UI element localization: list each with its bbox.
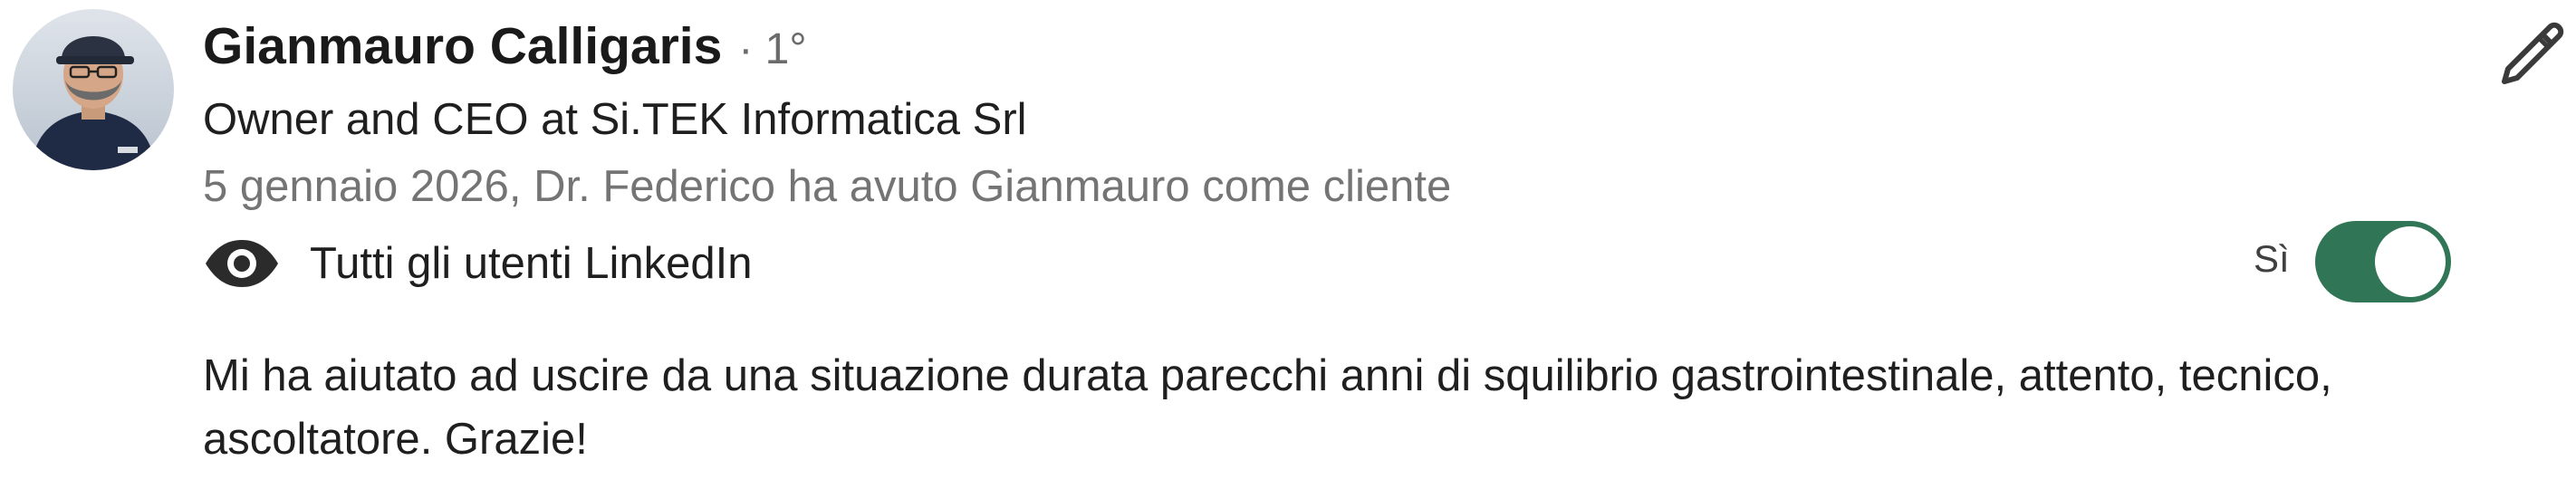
edit-button[interactable] [2495, 18, 2568, 91]
eye-icon [203, 236, 281, 291]
avatar-photo [13, 9, 174, 170]
recommender-headline: Owner and CEO at Si.TEK Informatica Srl [203, 95, 1027, 144]
toggle-label: Sì [2254, 237, 2290, 280]
visibility-label: Tutti gli utenti LinkedIn [310, 239, 753, 288]
avatar[interactable] [13, 9, 174, 170]
recommendation-text: Mi ha aiutato ad uscire da una situazion… [203, 351, 2332, 464]
name-row: Gianmauro Calligaris · 1° [203, 16, 807, 89]
recommendation-meta: 5 gennaio 2026, Dr. Federico ha avuto Gi… [203, 162, 1452, 211]
pencil-icon [2497, 18, 2566, 91]
visibility-toggle[interactable] [2315, 221, 2451, 302]
connection-degree: · 1° [738, 25, 807, 73]
recommender-name[interactable]: Gianmauro Calligaris [203, 16, 722, 76]
recommendation-card: Gianmauro Calligaris · 1° Owner and CEO … [0, 0, 2576, 489]
visibility-row: Tutti gli utenti LinkedIn [203, 232, 752, 295]
toggle-knob [2375, 226, 2446, 297]
